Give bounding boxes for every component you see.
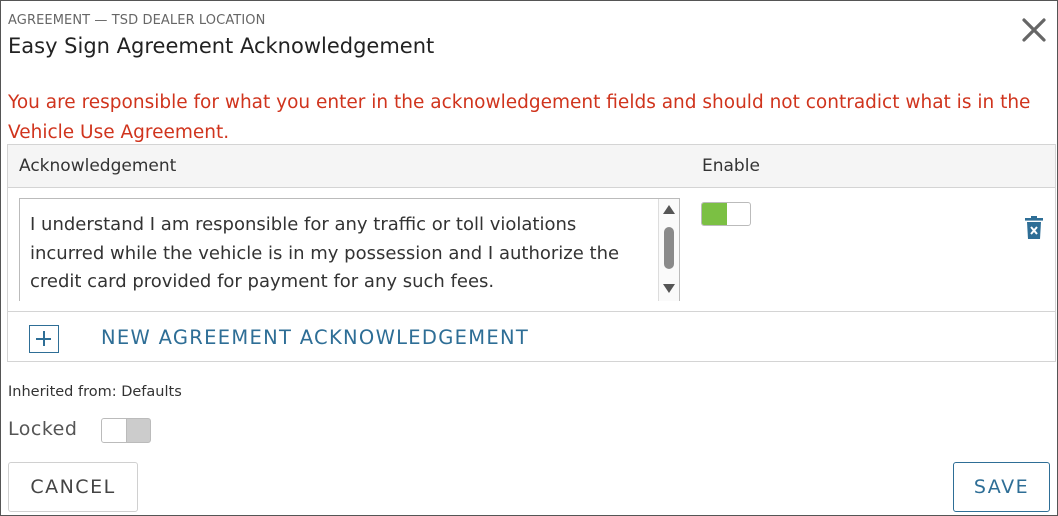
acknowledgement-textarea[interactable]: I understand I am responsible for any tr… xyxy=(19,198,680,301)
column-header-acknowledgement: Acknowledgement xyxy=(19,156,177,176)
scroll-up-arrow-icon[interactable] xyxy=(663,205,675,214)
dialog-title: Easy Sign Agreement Acknowledgement xyxy=(8,34,435,58)
scroll-down-arrow-icon[interactable] xyxy=(663,284,675,293)
enable-toggle[interactable] xyxy=(701,202,751,226)
trash-icon[interactable] xyxy=(1024,216,1044,240)
save-button[interactable]: SAVE xyxy=(953,462,1050,512)
table-row: I understand I am responsible for any tr… xyxy=(8,188,1055,312)
scrollbar-thumb[interactable] xyxy=(664,227,674,269)
plus-icon[interactable] xyxy=(29,325,59,353)
toggle-on-fill xyxy=(702,203,727,225)
new-acknowledgement-link[interactable]: NEW AGREEMENT ACKNOWLEDGEMENT xyxy=(101,326,529,349)
table-header: Acknowledgement Enable xyxy=(8,145,1055,188)
close-icon[interactable] xyxy=(1021,17,1047,43)
warning-message: You are responsible for what you enter i… xyxy=(8,92,1031,143)
cancel-button[interactable]: CANCEL xyxy=(8,462,138,512)
inherited-info: Inherited from: Defaults xyxy=(8,384,182,400)
column-header-enable: Enable xyxy=(702,156,760,176)
agreement-dialog: AGREEMENT — TSD DEALER LOCATION Easy Sig… xyxy=(0,0,1058,516)
acknowledgement-table: Acknowledgement Enable I understand I am… xyxy=(7,144,1056,362)
add-acknowledgement-row: NEW AGREEMENT ACKNOWLEDGEMENT xyxy=(8,312,1055,362)
locked-label: Locked xyxy=(8,418,78,440)
toggle-knob xyxy=(102,419,127,442)
breadcrumb: AGREEMENT — TSD DEALER LOCATION xyxy=(8,13,266,28)
acknowledgement-text[interactable]: I understand I am responsible for any tr… xyxy=(30,211,655,297)
textarea-scrollbar[interactable] xyxy=(658,199,679,301)
locked-toggle[interactable] xyxy=(101,418,151,443)
